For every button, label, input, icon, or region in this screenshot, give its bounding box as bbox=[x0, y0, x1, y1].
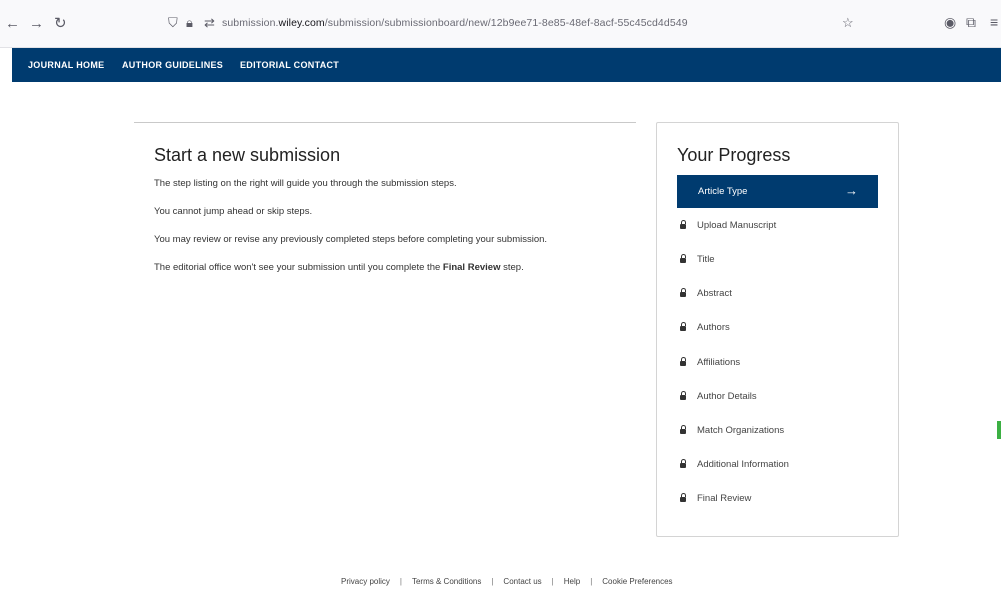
instruction-text-part: The editorial office won't see your subm… bbox=[154, 262, 443, 273]
lock-icon bbox=[680, 288, 686, 297]
lock-icon bbox=[680, 391, 686, 400]
star-icon[interactable]: ☆ bbox=[842, 15, 854, 31]
footer-links: Privacy policy | Terms & Conditions | Contac… bbox=[341, 577, 673, 586]
step-label: Upload Manuscript bbox=[697, 220, 777, 231]
step-upload-manuscript: Upload Manuscript bbox=[677, 220, 878, 240]
nav-author-guidelines[interactable]: AUTHOR GUIDELINES bbox=[122, 60, 223, 70]
step-label: Match Organizations bbox=[697, 425, 785, 436]
forward-arrow-icon[interactable]: → bbox=[29, 16, 44, 31]
lock-icon bbox=[680, 254, 686, 263]
step-article-type[interactable]: Article Type → bbox=[677, 175, 878, 208]
step-label: Additional Information bbox=[697, 459, 789, 470]
instruction-text: The step listing on the right will guide… bbox=[154, 178, 457, 189]
footer-contact[interactable]: Contact us bbox=[503, 577, 541, 586]
back-arrow-icon[interactable]: ← bbox=[5, 16, 20, 31]
step-label: Authors bbox=[697, 322, 730, 333]
instruction-text: The editorial office won't see your subm… bbox=[154, 262, 524, 273]
step-label: Author Details bbox=[697, 391, 757, 402]
progress-panel: Your Progress Article Type → Upload Manu… bbox=[656, 122, 899, 537]
lock-icon bbox=[680, 357, 686, 366]
url-text[interactable]: submission.wiley.com/submission/submissi… bbox=[222, 17, 688, 29]
browser-toolbar: ← → ↻ ⛉ 🔒︎ ⇄ submission.wiley.com/submis… bbox=[0, 0, 1001, 48]
lock-icon bbox=[680, 425, 686, 434]
footer-terms[interactable]: Terms & Conditions bbox=[412, 577, 481, 586]
lock-icon bbox=[680, 459, 686, 468]
step-label: Abstract bbox=[697, 288, 732, 299]
step-author-details: Author Details bbox=[677, 391, 878, 411]
instruction-text: You cannot jump ahead or skip steps. bbox=[154, 206, 313, 217]
step-affiliations: Affiliations bbox=[677, 357, 878, 377]
step-match-organizations: Match Organizations bbox=[677, 425, 878, 445]
divider bbox=[134, 122, 636, 123]
nav-journal-home[interactable]: JOURNAL HOME bbox=[28, 60, 104, 70]
lock-icon bbox=[680, 493, 686, 502]
footer-help[interactable]: Help bbox=[564, 577, 580, 586]
step-title: Title bbox=[677, 254, 878, 274]
footer-separator: | bbox=[491, 577, 494, 586]
step-final-review: Final Review bbox=[677, 493, 878, 513]
instruction-text: You may review or revise any previously … bbox=[154, 234, 548, 245]
progress-title: Your Progress bbox=[677, 145, 791, 165]
step-abstract: Abstract bbox=[677, 288, 878, 308]
journal-nav-bar: JOURNAL HOME AUTHOR GUIDELINES EDITORIAL… bbox=[12, 48, 1001, 82]
footer-separator: | bbox=[551, 577, 554, 586]
step-additional-information: Additional Information bbox=[677, 459, 878, 479]
lock-icon[interactable]: 🔒︎ bbox=[186, 15, 193, 31]
extensions-icon[interactable]: ⧉ bbox=[966, 15, 976, 30]
step-label: Affiliations bbox=[697, 357, 741, 368]
step-label: Title bbox=[697, 254, 715, 265]
reload-icon[interactable]: ↻ bbox=[54, 16, 67, 31]
step-label: Final Review bbox=[697, 493, 752, 504]
footer-cookie-preferences[interactable]: Cookie Preferences bbox=[602, 577, 672, 586]
url-path: /submission/submissionboard/new/12b9ee71… bbox=[324, 17, 688, 29]
step-authors: Authors bbox=[677, 322, 878, 342]
url-domain: wiley.com bbox=[278, 17, 325, 29]
address-bar[interactable]: ⛉ 🔒︎ ⇄ submission.wiley.com/submission/s… bbox=[160, 12, 875, 36]
page-title: Start a new submission bbox=[154, 145, 341, 165]
account-icon[interactable]: ◉ bbox=[944, 15, 956, 30]
lock-icon bbox=[680, 220, 686, 229]
nav-editorial-contact[interactable]: EDITORIAL CONTACT bbox=[240, 60, 339, 70]
arrow-right-icon: → bbox=[845, 183, 858, 198]
footer-separator: | bbox=[399, 577, 402, 586]
instruction-text-part: step. bbox=[500, 262, 524, 273]
lock-icon bbox=[680, 322, 686, 331]
instruction-text-bold: Final Review bbox=[442, 262, 501, 273]
permissions-icon[interactable]: ⇄ bbox=[204, 15, 215, 31]
url-prefix: submission. bbox=[222, 17, 279, 29]
feedback-tab[interactable] bbox=[997, 421, 1001, 439]
shield-icon[interactable]: ⛉ bbox=[168, 15, 178, 31]
footer-privacy-policy[interactable]: Privacy policy bbox=[341, 577, 390, 586]
step-label: Article Type bbox=[698, 186, 748, 197]
menu-icon[interactable]: ≡ bbox=[990, 15, 998, 30]
footer-separator: | bbox=[590, 577, 593, 586]
